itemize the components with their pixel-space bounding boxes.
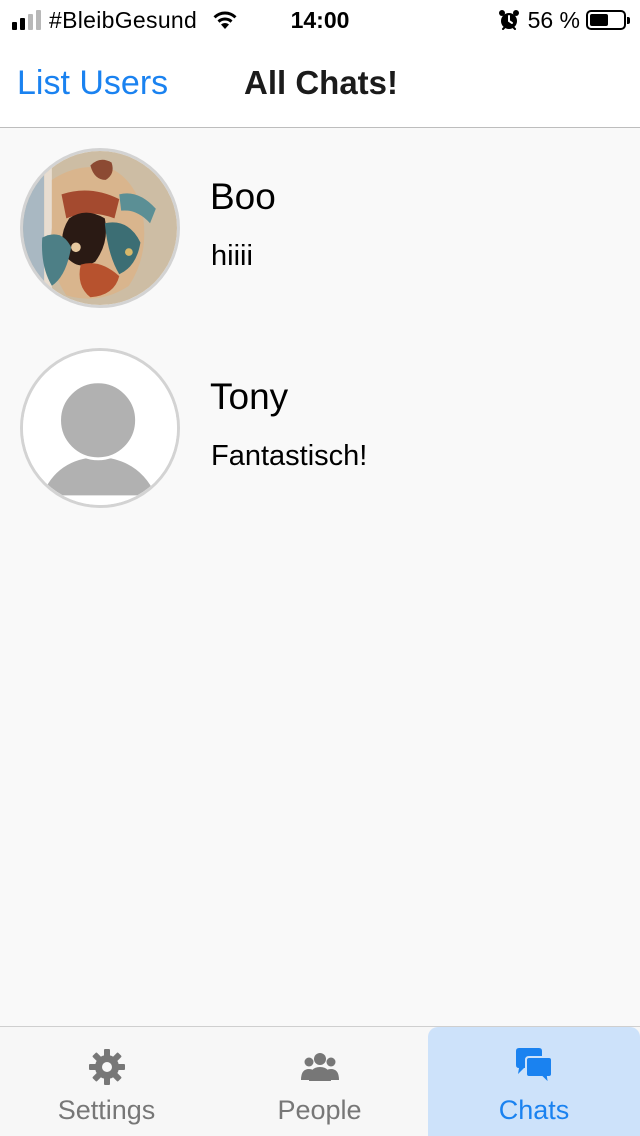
battery-icon xyxy=(586,10,630,30)
status-bar: #BleibGesund 14:00 56 % xyxy=(0,0,640,40)
tab-settings-label: Settings xyxy=(57,1095,156,1125)
tab-people[interactable]: People xyxy=(213,1027,426,1136)
tab-chats[interactable]: Chats xyxy=(428,1027,640,1136)
chat-contact-name: Tony xyxy=(210,376,289,417)
chat-row-tony[interactable]: Tony Fantastisch! xyxy=(0,328,640,528)
tab-people-label: People xyxy=(277,1095,362,1125)
tab-bar: Settings People Chats xyxy=(0,1026,640,1136)
avatar-photo xyxy=(20,148,180,308)
avatar-default xyxy=(20,348,180,508)
list-users-button[interactable]: List Users xyxy=(17,64,168,103)
chat-bubbles-icon xyxy=(516,1048,553,1087)
navigation-bar: List Users All Chats! xyxy=(0,40,640,128)
battery-percentage: 56 % xyxy=(527,6,580,33)
app-screen: #BleibGesund 14:00 56 % List Users All C… xyxy=(0,0,640,1136)
photo-avatar-image xyxy=(23,151,177,305)
tab-settings[interactable]: Settings xyxy=(0,1027,213,1136)
tab-chats-label: Chats xyxy=(498,1095,570,1125)
chat-last-message: hiiii xyxy=(211,240,253,272)
people-icon xyxy=(300,1053,339,1081)
alarm-clock-icon xyxy=(498,10,519,30)
gear-icon xyxy=(88,1049,125,1085)
chat-row-boo[interactable]: Boo hiiii xyxy=(0,128,640,328)
status-right: 56 % xyxy=(498,6,630,34)
chat-contact-name: Boo xyxy=(210,176,276,217)
chat-list: Boo hiiii Tony Fantastisch! xyxy=(0,128,640,528)
chat-last-message: Fantastisch! xyxy=(211,440,368,472)
default-person-avatar-icon xyxy=(23,351,177,505)
page-title: All Chats! xyxy=(244,64,399,101)
battery-level xyxy=(590,14,608,26)
